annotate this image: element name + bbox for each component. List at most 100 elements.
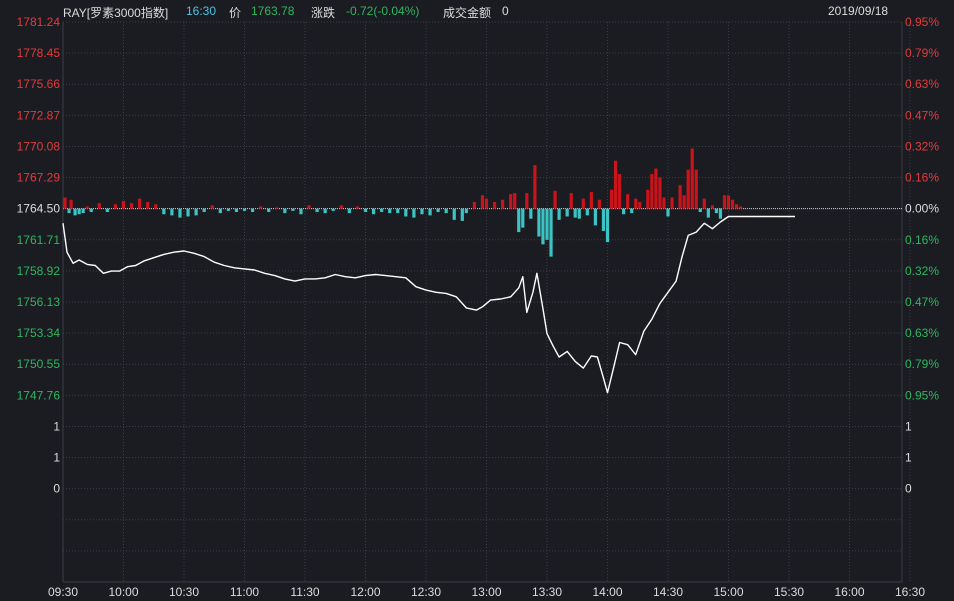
change-bar	[613, 160, 618, 209]
right-axis-label: 1	[905, 419, 912, 433]
change-bar	[533, 165, 537, 209]
change-bar	[686, 169, 690, 209]
change-bar	[666, 208, 670, 217]
change-bar	[63, 197, 67, 209]
change-bar	[694, 169, 698, 209]
change-bar	[81, 208, 85, 214]
change-bar	[605, 208, 610, 243]
right-axis-label: 0.79%	[905, 357, 939, 371]
right-axis-label: 0.00%	[905, 202, 939, 216]
right-axis-label: 0.79%	[905, 46, 939, 60]
right-axis-label: 0	[905, 482, 912, 496]
change-bar	[194, 208, 198, 216]
time-axis-label: 13:30	[532, 585, 562, 599]
right-axis-label: 0.16%	[905, 171, 939, 185]
change-bar	[73, 208, 77, 216]
change-bar	[250, 208, 255, 213]
change-bar	[630, 208, 634, 214]
change-bar	[307, 205, 311, 209]
change-bar	[452, 208, 456, 220]
change-bar	[722, 195, 727, 209]
change-bar	[646, 189, 650, 209]
change-bar	[541, 208, 545, 245]
change-bar	[113, 204, 118, 209]
change-bar	[355, 206, 360, 209]
change-bar	[67, 208, 71, 214]
change-bar	[138, 198, 142, 209]
right-axis-label: 0.95%	[905, 388, 939, 402]
change-bar	[702, 198, 706, 209]
change-bar	[460, 208, 464, 221]
change-bar	[501, 199, 505, 209]
time-axis-label: 15:00	[713, 585, 743, 599]
left-axis-label: 1772.87	[17, 108, 61, 122]
change-bar	[585, 208, 589, 216]
change-bar	[650, 174, 654, 209]
change-bar	[714, 208, 718, 214]
change-bar	[283, 208, 287, 214]
change-bar	[601, 208, 606, 231]
change-bar	[480, 195, 485, 209]
left-axis-label: 1764.50	[17, 202, 61, 216]
change-bar	[589, 191, 593, 209]
change-bar	[234, 208, 239, 213]
change-bar	[529, 208, 533, 219]
time-axis-label: 14:30	[653, 585, 683, 599]
change-bar	[69, 199, 73, 209]
change-bar	[323, 208, 327, 214]
change-bar	[210, 205, 214, 209]
left-axis-label: 1747.76	[17, 388, 61, 402]
change-bar	[726, 195, 731, 209]
change-bar	[242, 208, 247, 211]
change-bar	[521, 208, 525, 228]
right-axis-label: 0.32%	[905, 264, 939, 278]
change-bar	[299, 208, 303, 215]
change-bar	[698, 208, 702, 213]
change-bar	[517, 208, 521, 233]
change-bar	[404, 208, 408, 217]
change-bar	[347, 208, 351, 214]
change-bar	[565, 208, 569, 217]
left-axis-label: 1753.34	[17, 326, 61, 340]
change-bar	[678, 185, 682, 209]
left-axis-label: 1770.08	[17, 139, 61, 153]
time-axis-label: 11:00	[230, 585, 259, 599]
right-axis-label: 0.63%	[905, 326, 939, 340]
change-bar	[484, 198, 489, 209]
change-bar	[581, 198, 585, 209]
change-bar	[178, 208, 182, 218]
change-bar	[513, 193, 517, 209]
change-bar	[162, 208, 166, 215]
change-bar	[77, 208, 81, 215]
time-axis-labels: 09:30 10:00 10:30 11:00 11:30 12:00 12:30 13:00…	[48, 585, 925, 599]
time-axis-label: 12:30	[411, 585, 441, 599]
right-axis-label: 0.47%	[905, 108, 939, 122]
change-bar	[718, 208, 723, 219]
time-axis-label: 09:30	[48, 585, 78, 599]
change-bar	[226, 208, 230, 211]
change-bar	[97, 203, 101, 209]
change-bar	[444, 208, 448, 214]
change-bar	[186, 208, 190, 217]
time-axis-label: 12:00	[350, 585, 380, 599]
change-bar	[545, 208, 549, 240]
change-bar	[275, 207, 279, 209]
change-bar	[388, 208, 392, 214]
change-bar	[577, 208, 581, 219]
change-bar	[730, 199, 735, 209]
change-bar	[609, 189, 614, 209]
change-bar	[690, 148, 694, 209]
time-axis-label: 16:30	[895, 585, 925, 599]
change-bar	[291, 208, 295, 211]
change-bar	[557, 208, 561, 220]
left-axis-label: 1761.71	[17, 233, 61, 247]
change-bar	[509, 194, 513, 209]
change-bar	[622, 208, 626, 215]
change-bar	[412, 208, 416, 218]
right-axis-label: 0.16%	[905, 233, 939, 247]
left-axis-label: 1756.13	[17, 295, 61, 309]
change-bar	[436, 208, 440, 213]
change-bars	[63, 148, 743, 257]
price-line	[62, 215, 795, 394]
change-bar	[146, 201, 150, 209]
